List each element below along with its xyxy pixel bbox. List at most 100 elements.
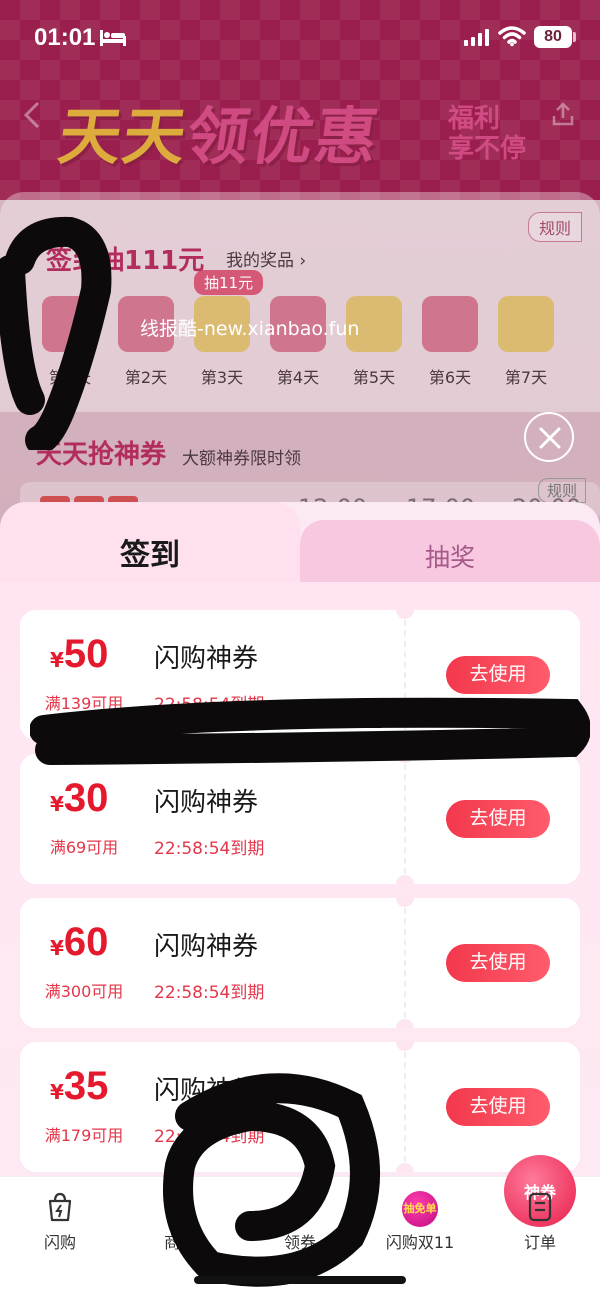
- coupon-expiry: 22:58:54到期: [154, 839, 265, 859]
- signin-days: 第1天 第2天 第3天 第4天 第5天 第6天 第7天: [40, 296, 560, 388]
- nav-get-coupons[interactable]: 神券 领券: [240, 1155, 576, 1267]
- currency-symbol: ¥: [50, 936, 64, 960]
- coupon-amount: ¥60: [50, 920, 108, 965]
- nav-label: 闪购: [43, 1233, 76, 1252]
- banner-title-part2: 领优惠: [182, 100, 385, 173]
- currency-symbol: ¥: [50, 1080, 64, 1104]
- day-label: 第2天: [124, 368, 168, 387]
- currency-symbol: ¥: [50, 792, 64, 816]
- grab-coupons-title: 天天抢神券: [36, 440, 167, 470]
- coupon-condition: 满179可用: [44, 1126, 124, 1145]
- day-item[interactable]: 第2天: [116, 296, 176, 388]
- lottery-bubble: 抽11元: [194, 270, 264, 295]
- gift-icon: [498, 296, 554, 352]
- status-bar: 01:01 80: [0, 0, 600, 76]
- banner-sub-line1: 福利: [448, 104, 501, 134]
- nav-label: 领券: [283, 1233, 316, 1252]
- coupon-condition: 满69可用: [49, 838, 119, 857]
- coupon-expiry: 22:58:54到期: [154, 983, 265, 1003]
- nav-label: 商家: [163, 1233, 196, 1252]
- coupon-card: ¥60 满300可用 闪购神券 22:58:54到期 去使用: [20, 897, 580, 1029]
- day-label: 第4天: [276, 368, 320, 387]
- status-time: 01:01: [34, 24, 96, 51]
- coupon-value: 30: [63, 776, 109, 820]
- coupon-condition: 满139可用: [44, 694, 124, 713]
- coupon-notch: [396, 1041, 414, 1051]
- nav-label: 闪购双11: [385, 1233, 455, 1252]
- grab-coupons-subtitle: 大额神券限时领: [182, 449, 301, 469]
- day-item[interactable]: 第7天: [496, 296, 556, 388]
- wifi-icon: [498, 26, 526, 47]
- banner-subtitle: 福利 享不停: [448, 104, 526, 164]
- share-icon[interactable]: [548, 100, 578, 130]
- battery-tip: [573, 32, 576, 42]
- day-item[interactable]: 第5天: [344, 296, 404, 388]
- coupon-notch: [396, 875, 414, 885]
- nav-flash-purchase[interactable]: 闪购: [0, 1177, 120, 1267]
- coupon-expiry: 22:58:54到期: [154, 695, 265, 715]
- battery-indicator: 80: [534, 26, 572, 48]
- day-label: 第5天: [352, 368, 396, 387]
- nav-merchants[interactable]: 商家: [120, 1177, 240, 1267]
- use-coupon-button[interactable]: 去使用: [446, 1088, 550, 1126]
- use-coupon-button[interactable]: 去使用: [446, 656, 550, 694]
- coupon-notch: [396, 731, 414, 741]
- back-arrow-icon[interactable]: [22, 100, 42, 130]
- coupon-card: ¥30 满69可用 闪购神券 22:58:54到期 去使用: [20, 753, 580, 885]
- coupon-value: 50: [63, 632, 109, 676]
- day-item[interactable]: 第3天: [192, 296, 252, 388]
- day-label: 第7天: [504, 368, 548, 387]
- coupon-name: 闪购神券: [154, 932, 259, 962]
- coupon-sheet: 签到 抽奖 ¥50 满139可用 闪购神券 22:58:54到期 去使用 ¥30…: [0, 502, 600, 1176]
- banner-title-part1: 天天: [54, 100, 193, 173]
- day-label: 第3天: [200, 368, 244, 387]
- coupon-notch: [396, 1019, 414, 1029]
- signin-title: 签到抽111元: [46, 246, 205, 276]
- red-envelope-icon: [422, 296, 478, 352]
- order-icon: [528, 1192, 552, 1222]
- bed-icon: [100, 30, 126, 46]
- home-indicator: [194, 1276, 406, 1284]
- signal-icon: [464, 29, 489, 46]
- nav-label: 订单: [523, 1233, 556, 1252]
- day-label: 第6天: [428, 368, 472, 387]
- use-coupon-button[interactable]: 去使用: [446, 800, 550, 838]
- free-order-icon: 抽免单: [402, 1191, 438, 1227]
- coupon-notch: [396, 897, 414, 907]
- coupon-notch: [396, 609, 414, 619]
- coupon-amount: ¥35: [50, 1064, 108, 1109]
- coupon-amount: ¥30: [50, 776, 108, 821]
- my-prizes-link[interactable]: 我的奖品 ›: [226, 246, 306, 271]
- coupon-condition: 满300可用: [44, 982, 124, 1001]
- banner-sub-line2: 享不停: [448, 134, 527, 164]
- day-item[interactable]: 第1天: [40, 296, 100, 388]
- use-coupon-button[interactable]: 去使用: [446, 944, 550, 982]
- coupon-name: 闪购神券: [154, 788, 259, 818]
- day-item[interactable]: 第6天: [420, 296, 480, 388]
- nav-orders[interactable]: 订单: [480, 1177, 600, 1267]
- currency-symbol: ¥: [50, 648, 64, 672]
- coupon-divider: [404, 1052, 406, 1162]
- coupon-value: 60: [63, 920, 109, 964]
- coupon-expiry: 22:58:54到期: [154, 1127, 265, 1147]
- coupon-card: ¥35 满179可用 闪购神券 22:58:54到期 去使用: [20, 1041, 580, 1173]
- coupon-divider: [404, 908, 406, 1018]
- coupon-name: 闪购神券: [154, 644, 259, 674]
- nav-double-eleven[interactable]: 抽免单 闪购双11: [360, 1177, 480, 1267]
- day-item[interactable]: 第4天: [268, 296, 328, 388]
- signin-card: 规则 签到抽111元 我的奖品 › 抽11元 第1天 第2天 第3天 第4天 第…: [0, 192, 600, 412]
- coupon-card: ¥50 满139可用 闪购神券 22:58:54到期 去使用: [20, 609, 580, 741]
- flash-bag-icon: [48, 1192, 72, 1222]
- gift-icon: [42, 296, 98, 352]
- coupon-notch: [396, 1163, 414, 1173]
- coupon-value: 35: [63, 1064, 109, 1108]
- tab-signin[interactable]: 签到: [80, 530, 220, 574]
- close-icon: [539, 427, 561, 449]
- close-button[interactable]: [524, 412, 574, 462]
- coupon-divider: [404, 764, 406, 874]
- banner-title: 天天领优惠: [54, 86, 387, 176]
- tab-lottery[interactable]: 抽奖: [380, 538, 520, 574]
- store-icon: [167, 1193, 193, 1221]
- day-label: 第1天: [48, 368, 92, 387]
- signin-rules-button[interactable]: 规则: [527, 212, 582, 242]
